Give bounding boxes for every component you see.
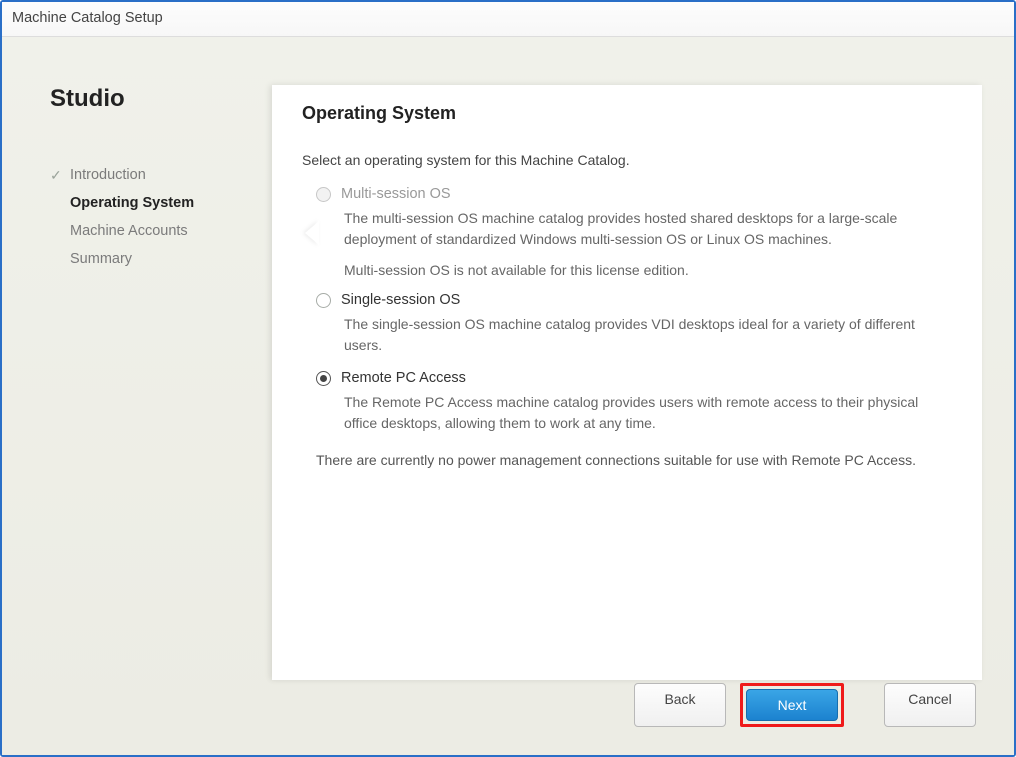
option-multi-session-head: Multi-session OS <box>316 186 942 202</box>
option-single-session-head[interactable]: Single-session OS <box>316 292 942 308</box>
wizard-buttons: Back Next Cancel <box>2 683 1014 755</box>
option-note: Multi-session OS is not available for th… <box>344 262 942 278</box>
option-multi-session: Multi-session OS The multi-session OS ma… <box>316 186 942 278</box>
panel-instruction: Select an operating system for this Mach… <box>302 152 942 168</box>
radio-icon[interactable] <box>316 371 331 386</box>
option-label: Remote PC Access <box>341 370 466 386</box>
wizard-steps: Introduction Operating System Machine Ac… <box>44 161 272 273</box>
os-options: Multi-session OS The multi-session OS ma… <box>302 186 942 434</box>
option-single-session[interactable]: Single-session OS The single-session OS … <box>316 292 942 356</box>
step-operating-system[interactable]: Operating System <box>44 189 272 217</box>
option-description: The single-session OS machine catalog pr… <box>344 314 942 356</box>
step-summary[interactable]: Summary <box>44 245 272 273</box>
option-description: The multi-session OS machine catalog pro… <box>344 208 942 250</box>
window-title: Machine Catalog Setup <box>2 2 1014 37</box>
product-title: Studio <box>44 85 272 113</box>
step-pointer-icon <box>305 221 319 245</box>
option-remote-pc-access-head[interactable]: Remote PC Access <box>316 370 942 386</box>
radio-icon <box>316 187 331 202</box>
wizard-window: Machine Catalog Setup Studio Introductio… <box>0 0 1016 757</box>
cancel-button[interactable]: Cancel <box>884 683 976 727</box>
wizard-sidebar: Studio Introduction Operating System Mac… <box>44 85 272 683</box>
highlight-next: Next <box>740 683 844 727</box>
content-panel: Operating System Select an operating sys… <box>272 85 982 680</box>
option-remote-pc-access[interactable]: Remote PC Access The Remote PC Access ma… <box>316 370 942 434</box>
step-machine-accounts[interactable]: Machine Accounts <box>44 217 272 245</box>
option-label: Single-session OS <box>341 292 460 308</box>
back-button[interactable]: Back <box>634 683 726 727</box>
step-introduction[interactable]: Introduction <box>44 161 272 189</box>
radio-icon[interactable] <box>316 293 331 308</box>
panel-heading: Operating System <box>302 103 942 124</box>
next-button[interactable]: Next <box>746 689 838 721</box>
option-label: Multi-session OS <box>341 186 451 202</box>
client-area: Studio Introduction Operating System Mac… <box>2 37 1014 755</box>
option-description: The Remote PC Access machine catalog pro… <box>344 392 942 434</box>
panel-footer-note: There are currently no power management … <box>316 450 942 471</box>
